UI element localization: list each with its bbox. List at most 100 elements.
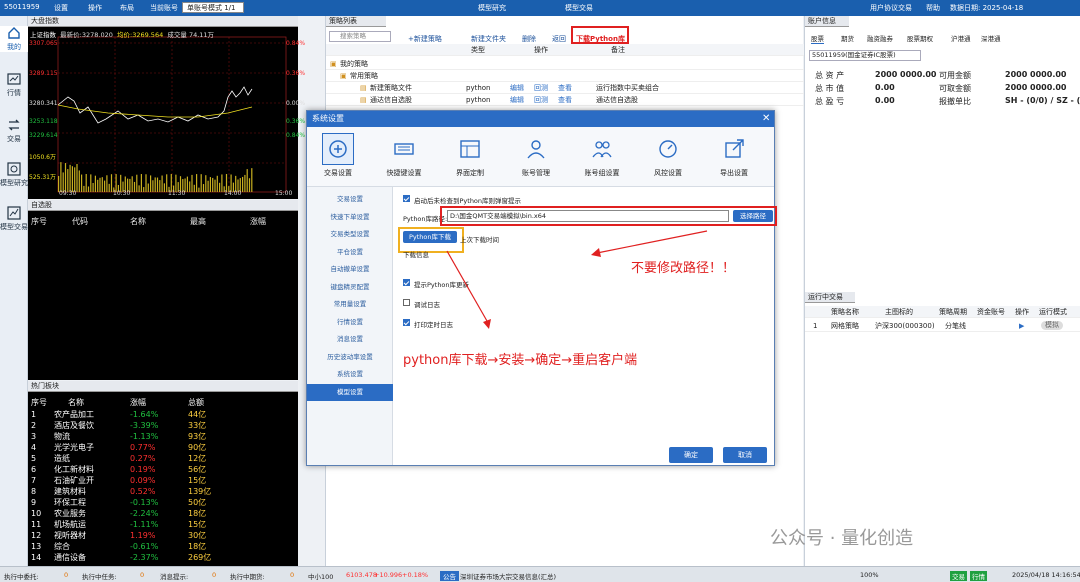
table-row[interactable]: 1 网格策略 沪深300(000300) 分笔线 ▶ 模拟: [805, 320, 1080, 332]
model-research-tab[interactable]: 模型研究: [478, 3, 506, 13]
list-item[interactable]: 9 环保工程 -0.13% 50亿: [28, 497, 298, 508]
nav-market[interactable]: 行情: [0, 72, 28, 98]
debug-log-checkbox[interactable]: [403, 299, 410, 306]
mode-select[interactable]: 单账号模式 1/1: [182, 2, 244, 13]
dialog-tab[interactable]: 导出设置: [707, 133, 761, 178]
list-item[interactable]: 6 化工新材料 0.19% 56亿: [28, 464, 298, 475]
account-tab[interactable]: 期货: [841, 33, 854, 43]
volume-bar: [143, 187, 145, 192]
dialog-tab[interactable]: 交易设置: [311, 133, 365, 178]
trade-menu[interactable]: 交易: [898, 3, 912, 13]
list-item[interactable]: 12 视听器材 1.19% 30亿: [28, 530, 298, 541]
operate-menu[interactable]: 操作: [88, 3, 102, 13]
list-item[interactable]: 1 农产品加工 -1.64% 44亿: [28, 409, 298, 420]
settings-side-item[interactable]: 模型设置: [307, 383, 393, 401]
strategy-row[interactable]: ▣ 我的策略: [326, 58, 804, 70]
list-item[interactable]: 8 建筑材料 0.52% 139亿: [28, 486, 298, 497]
account-field: 可用金额: [939, 71, 971, 80]
list-item[interactable]: 2 酒店及餐饮 -3.39% 33亿: [28, 420, 298, 431]
play-icon[interactable]: ▶: [1019, 320, 1024, 332]
settings-menu[interactable]: 设置: [54, 3, 68, 13]
settings-side-item[interactable]: 平仓设置: [307, 244, 393, 261]
op-link[interactable]: 查看: [558, 82, 572, 94]
op-link[interactable]: 回测: [534, 82, 548, 94]
status-item: 0: [64, 571, 69, 579]
col-header[interactable]: 序号: [31, 216, 47, 227]
nav-model-trade[interactable]: 模型交易: [0, 206, 28, 232]
list-item[interactable]: 11 机场航运 -1.11% 15亿: [28, 519, 298, 530]
user-agreement-link[interactable]: 用户协议: [870, 3, 898, 13]
dialog-tab[interactable]: 账号管理: [509, 133, 563, 178]
time-tick: 14:00: [224, 190, 242, 197]
settings-side-item[interactable]: 交易类型设置: [307, 226, 393, 243]
dialog-tab[interactable]: 账号组设置: [575, 133, 629, 178]
list-item[interactable]: 14 通信设备 -2.37% 269亿: [28, 552, 298, 563]
col-header[interactable]: 涨幅: [250, 216, 266, 227]
delete-button[interactable]: 删除: [522, 34, 536, 44]
data-date: 数据日期: 2025-04-18: [950, 4, 1024, 12]
volume-bar: [163, 183, 165, 192]
list-item[interactable]: 4 光学光电子 0.77% 90亿: [28, 442, 298, 453]
dialog-tab[interactable]: 风控设置: [641, 133, 695, 178]
close-icon[interactable]: ✕: [762, 113, 770, 124]
model-trade-tab[interactable]: 模型交易: [565, 3, 593, 13]
settings-side-item[interactable]: 常用量设置: [307, 296, 393, 313]
account-tab[interactable]: 融资融券: [867, 33, 893, 43]
volume-bar: [71, 166, 73, 192]
layout-menu[interactable]: 布局: [120, 3, 134, 13]
nav-research[interactable]: 模型研究: [0, 162, 28, 188]
dialog-tab[interactable]: 界面定制: [443, 133, 497, 178]
account-tab[interactable]: 股票: [811, 33, 824, 44]
settings-side-item[interactable]: 历史波动率设置: [307, 349, 393, 366]
list-item[interactable]: 5 造纸 0.27% 12亿: [28, 453, 298, 464]
cancel-button[interactable]: 取消: [723, 447, 767, 463]
col-header[interactable]: 最高: [190, 216, 206, 227]
list-item[interactable]: 13 综合 -0.61% 18亿: [28, 541, 298, 552]
strategy-row[interactable]: ▤ 通达信自选股 python 编辑 回测 查看 通达信自选股: [326, 94, 804, 106]
check-update-checkbox[interactable]: [403, 195, 410, 202]
search-input[interactable]: 搜索策略: [329, 31, 391, 42]
op-link[interactable]: 编辑: [510, 82, 524, 94]
col-header[interactable]: 名称: [130, 216, 146, 227]
account-tab[interactable]: 深港通: [981, 33, 1001, 43]
list-item[interactable]: 3 物流 -1.13% 93亿: [28, 431, 298, 442]
op-link[interactable]: 回测: [534, 94, 548, 106]
col-header[interactable]: 代码: [72, 216, 88, 227]
account-tab[interactable]: 股票期权: [907, 33, 933, 43]
settings-side-item[interactable]: 行情设置: [307, 314, 393, 331]
ok-button[interactable]: 确定: [669, 447, 713, 463]
user-icon: [520, 133, 552, 165]
strategy-row[interactable]: ▤ 新建策略文件 python 编辑 回测 查看 运行指数中买卖组合: [326, 82, 804, 94]
prompt-update-checkbox[interactable]: [403, 279, 410, 286]
dialog-tab[interactable]: 快捷键设置: [377, 133, 431, 178]
new-folder-button[interactable]: 新建文件夹: [471, 34, 506, 44]
volume-bar: [251, 168, 253, 192]
account-tab[interactable]: 沪港通: [951, 33, 971, 43]
op-link[interactable]: 查看: [558, 94, 572, 106]
back-button[interactable]: 返回: [552, 34, 566, 44]
mode-toggle[interactable]: 模拟: [1041, 321, 1063, 330]
price-line: [57, 86, 253, 124]
settings-side-item[interactable]: 自动撤单设置: [307, 261, 393, 278]
price-tick: 3229.614: [29, 132, 58, 139]
account-field: 总 资 产: [815, 71, 845, 80]
new-strategy-button[interactable]: +新建策略: [408, 34, 442, 44]
settings-side-item[interactable]: 系统设置: [307, 366, 393, 383]
settings-side-item[interactable]: 键盘精灵配置: [307, 279, 393, 296]
pct-tick: 0.36%: [286, 118, 306, 125]
list-item[interactable]: 7 石油矿业开 0.09% 15亿: [28, 475, 298, 486]
settings-side-item[interactable]: 快速下单设置: [307, 209, 393, 226]
settings-side-item[interactable]: 消息设置: [307, 331, 393, 348]
help-menu[interactable]: 帮助: [926, 3, 940, 13]
annotation-note2: python库下载→安装→确定→重启客户端: [403, 353, 638, 368]
model-trade-icon: [7, 206, 21, 220]
op-link[interactable]: 编辑: [510, 94, 524, 106]
list-item[interactable]: 10 农业服务 -2.24% 18亿: [28, 508, 298, 519]
status-item: +10.996: [374, 571, 403, 579]
nav-my[interactable]: 我的: [0, 26, 28, 52]
settings-side-item[interactable]: 交易设置: [307, 191, 393, 208]
strategy-row[interactable]: ▣ 常用策略: [326, 70, 804, 82]
account-select[interactable]: 55011959(国金证券IC股票): [809, 50, 921, 61]
nav-trade[interactable]: 交易: [0, 118, 28, 144]
print-log-checkbox[interactable]: [403, 319, 410, 326]
